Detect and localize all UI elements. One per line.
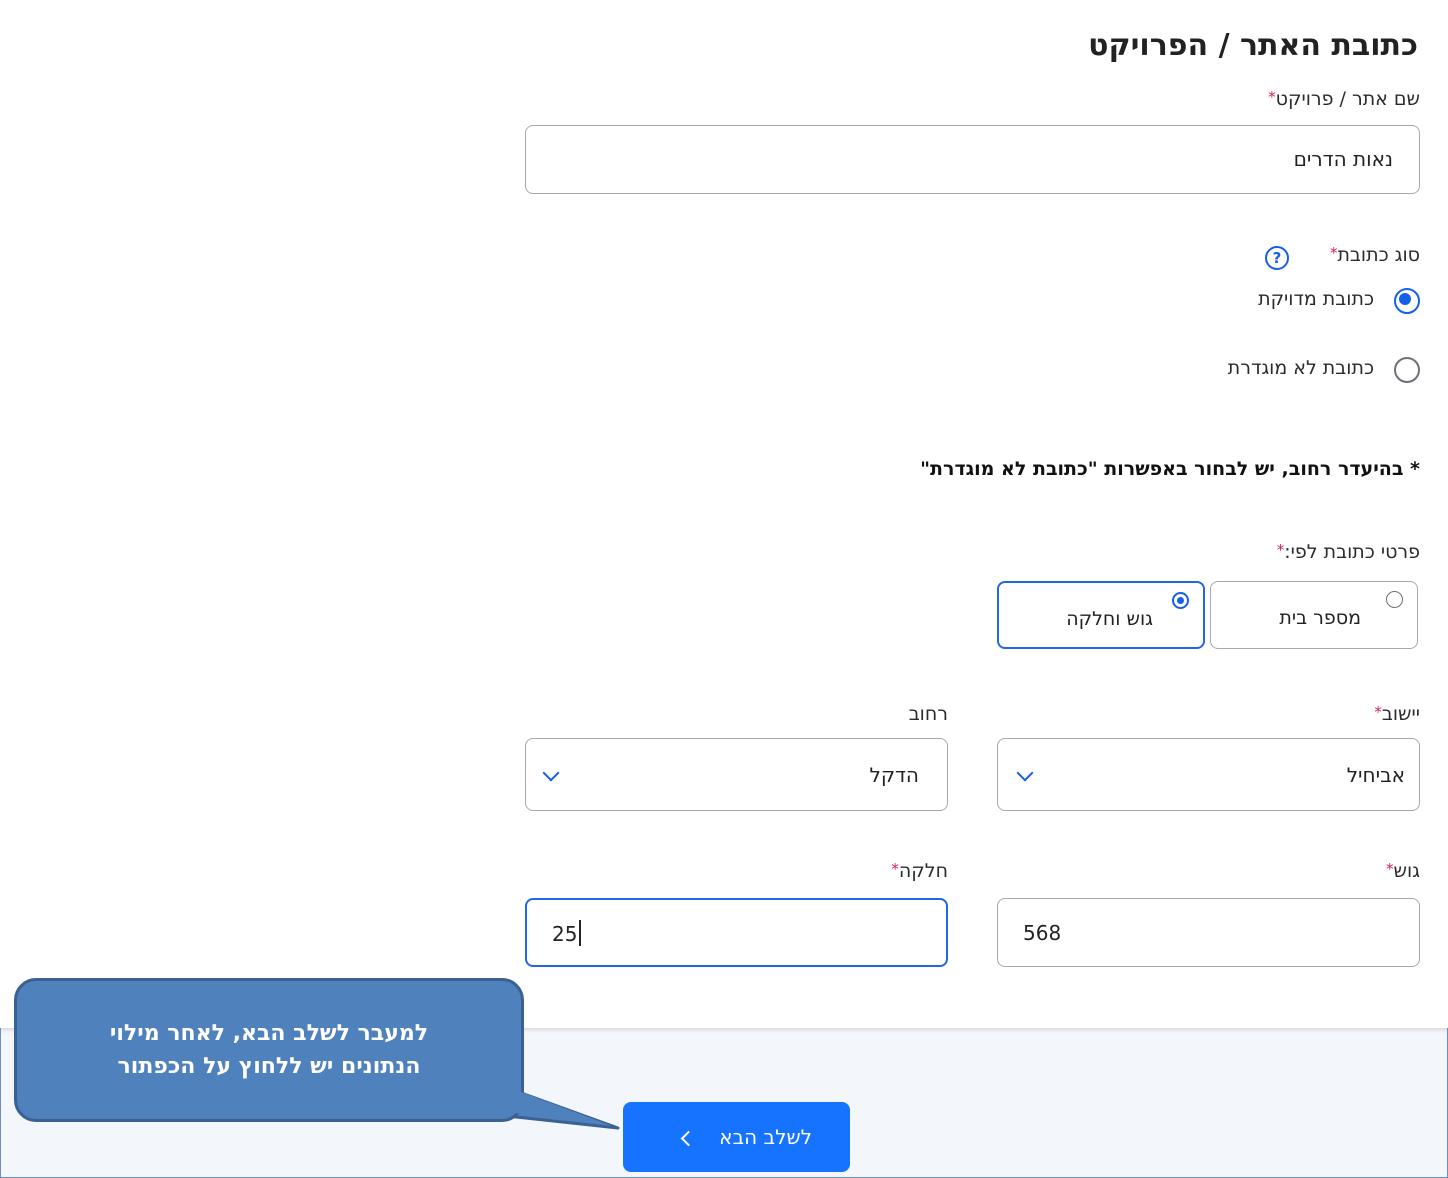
callout-line-2: הנתונים יש ללחוץ על הכפתור (117, 1054, 421, 1079)
instruction-callout: למעבר לשלב הבא, לאחר מילוי הנתונים יש לל… (14, 978, 524, 1122)
callout-text: למעבר לשלב הבא, לאחר מילוי הנתונים יש לל… (19, 1017, 519, 1083)
callout-line-1: למעבר לשלב הבא, לאחר מילוי (109, 1021, 429, 1046)
